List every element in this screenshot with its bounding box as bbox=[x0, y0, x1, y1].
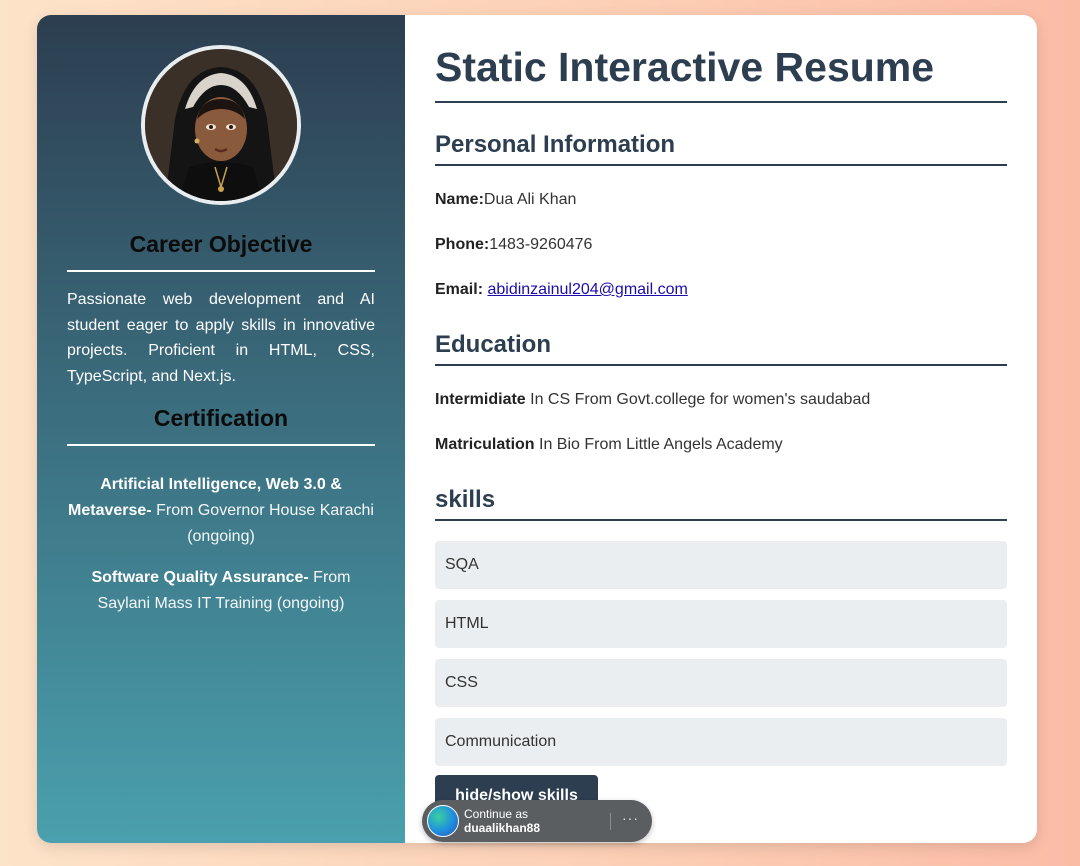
education-label: Intermidiate bbox=[435, 391, 526, 408]
education-label: Matriculation bbox=[435, 436, 535, 453]
education-detail: In CS From Govt.college for women's saud… bbox=[525, 391, 871, 408]
divider bbox=[435, 519, 1007, 521]
education-section: Education Intermidiate In CS From Govt.c… bbox=[435, 330, 1007, 455]
personal-information-section: Personal Information Name:Dua Ali Khan P… bbox=[435, 130, 1007, 300]
pill-divider bbox=[610, 813, 611, 830]
skill-list: SQA HTML CSS Communication bbox=[435, 541, 1007, 766]
certification-heading: Certification bbox=[153, 405, 289, 431]
account-username: duaalikhan88 bbox=[464, 821, 541, 835]
email-row: Email: abidinzainul204@gmail.com bbox=[435, 280, 1007, 300]
name-label: Name: bbox=[435, 191, 484, 208]
continue-as-text: Continue as duaalikhan88 bbox=[464, 807, 540, 835]
education-detail: In Bio From Little Angels Academy bbox=[534, 436, 783, 453]
profile-illustration bbox=[145, 49, 297, 201]
skill-item: Communication bbox=[435, 718, 1007, 766]
phone-label: Phone: bbox=[435, 236, 490, 253]
education-item: Matriculation In Bio From Little Angels … bbox=[435, 435, 1007, 455]
skill-item: SQA bbox=[435, 541, 1007, 589]
certification-item: Artificial Intelligence, Web 3.0 & Metav… bbox=[67, 472, 375, 550]
continue-as-prompt[interactable]: Continue as duaalikhan88 ··· bbox=[422, 800, 652, 842]
phone-row: Phone:1483-9260476 bbox=[435, 235, 1007, 255]
main-content: Static Interactive Resume Personal Infor… bbox=[405, 15, 1037, 843]
phone-value: 1483-9260476 bbox=[489, 236, 593, 253]
email-label: Email: bbox=[435, 281, 484, 298]
certification-list: Artificial Intelligence, Web 3.0 & Metav… bbox=[67, 472, 375, 617]
sidebar: Career Objective Passionate web developm… bbox=[37, 15, 405, 843]
divider bbox=[67, 270, 375, 272]
certification-title: Software Quality Assurance- bbox=[91, 569, 309, 586]
certification-detail: From Governor House Karachi (ongoing) bbox=[151, 502, 374, 545]
name-value: Dua Ali Khan bbox=[483, 191, 577, 208]
divider bbox=[67, 444, 375, 446]
page-title: Static Interactive Resume bbox=[435, 44, 935, 90]
email-link[interactable]: abidinzainul204@gmail.com bbox=[487, 281, 687, 298]
more-options-icon[interactable]: ··· bbox=[622, 810, 639, 826]
divider bbox=[435, 364, 1007, 366]
resume-card: Career Objective Passionate web developm… bbox=[37, 15, 1037, 843]
skill-item: CSS bbox=[435, 659, 1007, 707]
account-avatar bbox=[427, 805, 459, 837]
career-objective-heading: Career Objective bbox=[129, 231, 313, 257]
personal-information-heading: Personal Information bbox=[435, 131, 676, 158]
skills-heading: skills bbox=[435, 486, 496, 513]
divider bbox=[435, 164, 1007, 166]
education-heading: Education bbox=[435, 331, 552, 358]
name-row: Name:Dua Ali Khan bbox=[435, 190, 1007, 210]
skills-section: skills SQA HTML CSS Communication bbox=[435, 485, 1007, 766]
career-objective-text: Passionate web development and AI studen… bbox=[67, 291, 375, 385]
education-item: Intermidiate In CS From Govt.college for… bbox=[435, 390, 1007, 410]
skill-item: HTML bbox=[435, 600, 1007, 648]
title-divider bbox=[435, 101, 1007, 103]
certification-item: Software Quality Assurance- From Saylani… bbox=[67, 565, 375, 617]
continue-as-label: Continue as bbox=[464, 807, 529, 821]
profile-photo bbox=[141, 45, 301, 205]
